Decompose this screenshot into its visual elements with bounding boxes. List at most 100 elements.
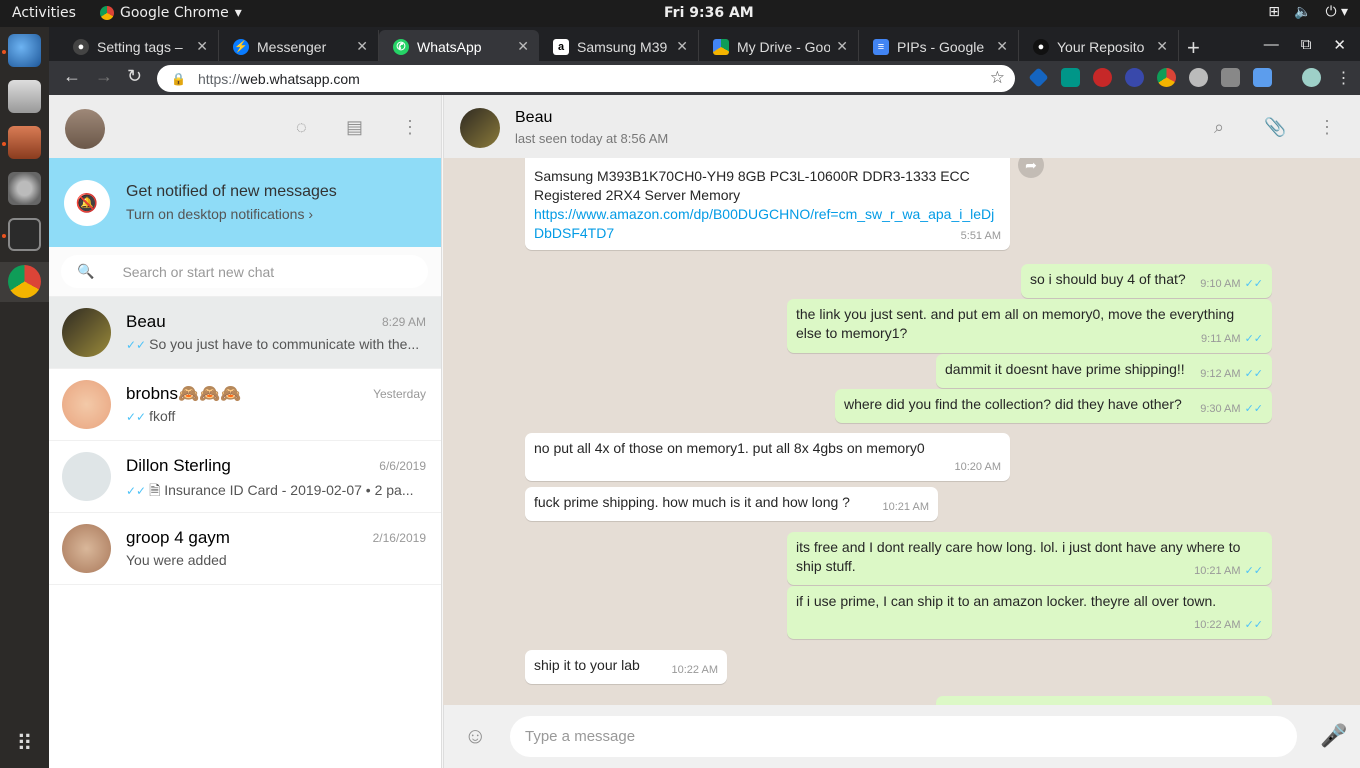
close-tab-icon[interactable]: ✕ [996,38,1008,55]
tab-pips[interactable]: ≡ PIPs - Google ✕ [859,30,1019,63]
notification-banner[interactable]: 🔕 Get notified of new messages Turn on d… [49,158,441,247]
minimize-icon[interactable]: — [1264,36,1279,54]
message-input[interactable]: Type a message [510,716,1297,757]
chrome-icon[interactable] [8,265,41,298]
chat-item-groop-4-gaym[interactable]: groop 4 gaym 2/16/2019 You were added [49,513,441,585]
read-ticks-icon: ✓✓ [1244,565,1263,577]
forward-icon[interactable]: → [95,66,113,87]
message-bubble-outgoing[interactable]: the link you just sent. and put em all o… [787,299,1272,353]
files-icon[interactable] [8,126,41,159]
close-tab-icon[interactable]: ✕ [676,38,688,55]
chat-name: groop 4 gaym [126,528,230,547]
chat-item-beau[interactable]: Beau 8:29 AM ✓✓ So you just have to commu… [49,297,441,369]
forward-icon[interactable]: ➦ [1018,158,1044,178]
extension-icon[interactable] [1189,68,1208,87]
new-tab-button[interactable]: + [1187,35,1200,61]
extension-icon[interactable] [1253,68,1272,87]
tab-setting-tags[interactable]: ● Setting tags – ✕ [59,30,219,63]
power-icon: ⏻ ▾ [1325,4,1348,20]
message-text: no put all 4x of those on memory1. put a… [534,440,925,456]
clock[interactable]: Fri 9:36 AM [664,5,754,21]
message-time: 9:10 AM ✓✓ [1200,275,1263,294]
chat-name: Beau [126,312,166,331]
extension-icon[interactable] [1028,67,1049,88]
close-tab-icon[interactable]: ✕ [836,38,848,55]
activities-button[interactable]: Activities [12,5,76,21]
microphone-icon[interactable]: 🎤 [1320,723,1347,749]
extensions-bar: ⋮ [1028,67,1353,88]
message-bubble-outgoing[interactable]: if i use prime, I can ship it to an amaz… [787,586,1272,639]
contact-avatar[interactable] [460,108,500,148]
thunderbird-icon[interactable] [8,34,41,67]
search-icon: 🔍 [77,263,95,279]
extension-icon[interactable] [1221,68,1240,87]
tab-my-drive[interactable]: My Drive - Goo ✕ [699,30,859,63]
message-text: the link you just sent. and put em all o… [796,306,1235,341]
chat-time: Yesterday [373,387,426,401]
profile-avatar[interactable] [1302,68,1321,87]
tab-messenger[interactable]: ⚡ Messenger ✕ [219,30,379,63]
enable-notifications-link[interactable]: Turn on desktop notifications › [126,206,313,222]
close-tab-icon[interactable]: ✕ [517,38,529,55]
camera-icon[interactable] [8,80,41,113]
close-tab-icon[interactable]: ✕ [1156,38,1168,55]
settings-icon[interactable] [8,172,41,205]
extension-icon[interactable] [1061,68,1080,87]
tab-repository[interactable]: ● Your Reposito ✕ [1019,30,1179,63]
dock-running-indicator [2,234,6,238]
message-bubble-incoming[interactable]: ship it to your lab 10:22 AM [525,650,727,684]
message-bubble-outgoing[interactable] [936,696,1272,705]
message-bubble-outgoing[interactable]: where did you find the collection? did t… [835,389,1272,423]
chat-item-dillon-sterling[interactable]: Dillon Sterling 6/6/2019 ✓✓ 🗎 Insurance I… [49,441,441,513]
tab-samsung[interactable]: a Samsung M39 ✕ [539,30,699,63]
search-icon[interactable]: ⌕ [1214,117,1224,138]
message-text: its free and I dont really care how long… [796,539,1241,574]
read-ticks-icon: ✓✓ [1244,368,1263,380]
new-chat-icon[interactable]: ▤ [346,117,363,138]
message-bubble-incoming[interactable]: fuck prime shipping. how much is it and … [525,487,938,521]
my-avatar[interactable] [65,109,105,149]
os-top-bar: Activities Google Chrome ▾ Fri 9:36 AM ⊞… [0,0,1360,27]
close-window-icon[interactable]: ✕ [1333,36,1346,54]
message-bubble-incoming[interactable]: Samsung M393B1K70CH0-YH9 8GB PC3L-10600R… [525,158,1010,250]
menu-icon[interactable]: ⋮ [1318,117,1336,138]
terminal-icon[interactable] [8,218,41,251]
address-bar[interactable]: 🔒 https://web.whatsapp.com ☆ [157,65,1015,92]
read-ticks-icon: ✓✓ [1244,403,1263,415]
emoji-icon[interactable]: ☺ [464,723,486,749]
divider [1285,68,1289,87]
message-bubble-outgoing[interactable]: dammit it doesnt have prime shipping!! 9… [936,354,1272,388]
app-grid-icon[interactable]: ⠿ [8,727,41,760]
url-host: web.whatsapp.com [239,70,360,87]
message-time: 10:22 AM ✓✓ [1194,616,1263,635]
attach-icon[interactable]: 📎 [1264,117,1286,138]
message-time: 10:21 AM [883,498,929,517]
close-tab-icon[interactable]: ✕ [356,38,368,55]
message-link[interactable]: https://www.amazon.com/dp/B00DUGCHNO/ref… [534,205,1001,243]
extension-icon[interactable] [1125,68,1144,87]
search-input[interactable]: 🔍 Search or start new chat [61,255,428,288]
chat-item-brobns[interactable]: brobns🙈🙈🙈 Yesterday ✓✓ fkoff [49,369,441,441]
close-tab-icon[interactable]: ✕ [196,38,208,55]
conversation-header[interactable]: Beau last seen today at 8:56 AM ⌕ 📎 ⋮ [443,95,1360,158]
navigation-bar: ← → ↻ 🔒 https://web.whatsapp.com ☆ ⋮ [49,61,1360,95]
search-placeholder: Search or start new chat [122,263,275,280]
tab-strip: ● Setting tags – ✕ ⚡ Messenger ✕ ✆ Whats… [49,30,1360,64]
back-icon[interactable]: ← [63,66,81,87]
chrome-menu-icon[interactable]: ⋮ [1334,68,1353,87]
message-time: 5:51 AM [961,227,1001,246]
maximize-icon[interactable]: ⧉ [1301,36,1312,54]
message-bubble-incoming[interactable]: no put all 4x of those on memory1. put a… [525,433,1010,481]
message-time: 10:21 AM ✓✓ [1194,562,1263,581]
app-menu[interactable]: Google Chrome ▾ [100,5,242,21]
reload-icon[interactable]: ↻ [127,66,142,87]
system-tray[interactable]: ⊞ 🔈 ⏻ ▾ [1268,4,1348,20]
tab-whatsapp[interactable]: ✆ WhatsApp ✕ [379,30,539,63]
extension-icon[interactable] [1157,68,1176,87]
message-bubble-outgoing[interactable]: its free and I dont really care how long… [787,532,1272,585]
adblock-icon[interactable] [1093,68,1112,87]
message-bubble-outgoing[interactable]: so i should buy 4 of that? 9:10 AM ✓✓ [1021,264,1272,298]
menu-icon[interactable]: ⋮ [401,117,419,138]
bookmark-star-icon[interactable]: ☆ [990,68,1005,88]
status-icon[interactable]: ◌ [296,117,307,138]
